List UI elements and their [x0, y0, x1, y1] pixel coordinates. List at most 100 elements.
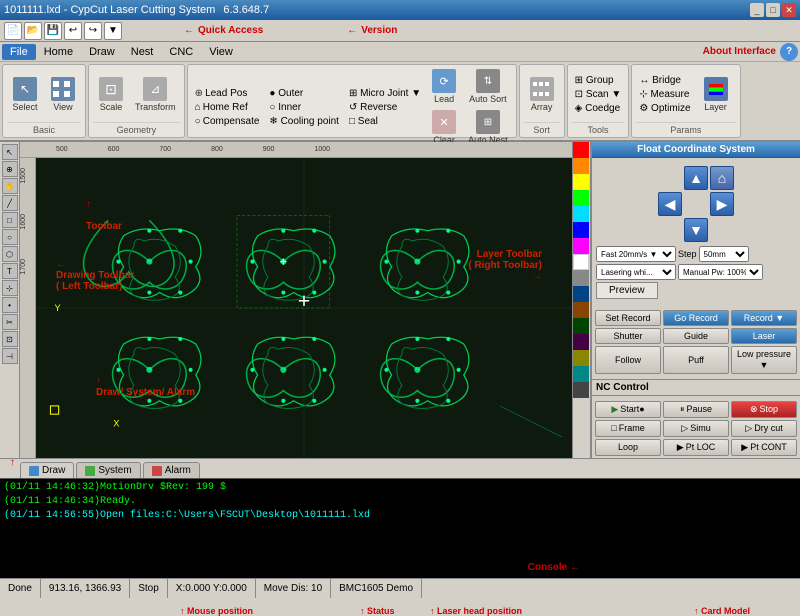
scan-btn[interactable]: ⊡ Scan ▼: [572, 88, 625, 101]
select-button[interactable]: ↖ Select: [7, 75, 43, 114]
lt-circle[interactable]: ○: [2, 229, 18, 245]
bridge-btn[interactable]: ↔ Bridge: [636, 74, 693, 87]
coord-home-button[interactable]: ⌂: [710, 166, 734, 190]
layer-color-darkgreen[interactable]: [573, 318, 589, 334]
auto-sort-button[interactable]: ⇅ Auto Sort: [465, 67, 511, 106]
layer-color-brown[interactable]: [573, 302, 589, 318]
maximize-button[interactable]: □: [766, 3, 780, 17]
measure-btn[interactable]: ⊹ Measure: [636, 88, 693, 101]
coord-up-button[interactable]: ▲: [684, 166, 708, 190]
pt-loc-btn[interactable]: ▶Pt LOC: [663, 439, 729, 456]
qa-dropdown[interactable]: ▼: [104, 22, 122, 40]
frame-btn[interactable]: □Frame: [595, 420, 661, 437]
menu-draw[interactable]: Draw: [81, 44, 123, 60]
group-btn[interactable]: ⊞ Group: [572, 74, 625, 87]
lt-measure[interactable]: ⊹: [2, 280, 18, 296]
coedge-btn[interactable]: ◈ Coedge: [572, 102, 625, 115]
seal-btn[interactable]: □ Seal: [346, 115, 424, 128]
lead-pos-btn[interactable]: ⊕ Lead Pos: [192, 87, 263, 100]
lt-pan[interactable]: ✋: [2, 178, 18, 194]
layer-color-yellow[interactable]: [573, 174, 589, 190]
layer-color-darkpurple[interactable]: [573, 334, 589, 350]
pause-btn[interactable]: ⏸Pause: [663, 401, 729, 418]
preview-button[interactable]: Preview: [596, 282, 658, 299]
lead-button[interactable]: ⟳ Lead: [428, 67, 460, 106]
layer-color-white[interactable]: [573, 254, 589, 270]
inner-btn[interactable]: ○ Inner: [266, 101, 342, 114]
layer-color-magenta[interactable]: [573, 238, 589, 254]
micro-joint-btn[interactable]: ⊞ Micro Joint ▼: [346, 87, 424, 100]
loop-btn[interactable]: Loop: [595, 439, 661, 456]
about-button[interactable]: ?: [780, 43, 798, 61]
menu-file[interactable]: File: [2, 44, 36, 60]
optimize-btn[interactable]: ⚙ Optimize: [636, 102, 693, 115]
reverse-btn[interactable]: ↺ Reverse: [346, 101, 424, 114]
scale-button[interactable]: ⊡ Scale: [93, 75, 129, 114]
home-ref-btn[interactable]: ⌂ Home Ref: [192, 101, 263, 114]
layer-color-teal[interactable]: [573, 366, 589, 382]
qa-new[interactable]: 📄: [4, 22, 22, 40]
guide-btn[interactable]: Guide: [663, 328, 729, 344]
lt-select[interactable]: ↖: [2, 144, 18, 160]
record-btn[interactable]: Record ▼: [731, 310, 797, 326]
menu-cnc[interactable]: CNC: [161, 44, 201, 60]
lt-rect[interactable]: □: [2, 212, 18, 228]
lasering-select[interactable]: Lasering whi...: [596, 264, 676, 280]
lt-zoom[interactable]: ⊕: [2, 161, 18, 177]
layer-color-green[interactable]: [573, 190, 589, 206]
lt-node[interactable]: •: [2, 297, 18, 313]
array-button[interactable]: Array: [524, 75, 560, 114]
coord-left-button[interactable]: ◀: [658, 192, 682, 216]
qa-undo[interactable]: ↩: [64, 22, 82, 40]
layer-color-darkblue[interactable]: [573, 286, 589, 302]
menu-nest[interactable]: Nest: [123, 44, 162, 60]
follow-btn[interactable]: Follow: [595, 346, 661, 374]
low-pressure-btn[interactable]: Low pressure ▼: [731, 346, 797, 374]
laser-btn[interactable]: Laser: [731, 328, 797, 344]
layer-color-red[interactable]: [573, 142, 589, 158]
layer-color-gray[interactable]: [573, 270, 589, 286]
qa-open[interactable]: 📂: [24, 22, 42, 40]
tab-system[interactable]: System: [76, 462, 140, 478]
compensate-btn[interactable]: ○ Compensate: [192, 115, 263, 128]
qa-redo[interactable]: ↪: [84, 22, 102, 40]
simu-btn[interactable]: ▷Simu: [663, 420, 729, 437]
manual-pw-select[interactable]: Manual Pw: 100%: [678, 264, 763, 280]
lt-poly[interactable]: ⬡: [2, 246, 18, 262]
go-record-btn[interactable]: Go Record: [663, 310, 729, 326]
menu-home[interactable]: Home: [36, 44, 81, 60]
lt-trim[interactable]: ✂: [2, 314, 18, 330]
tab-draw[interactable]: Draw: [20, 462, 74, 478]
lt-text[interactable]: T: [2, 263, 18, 279]
close-button[interactable]: ✕: [782, 3, 796, 17]
view-button[interactable]: View: [45, 75, 81, 114]
menu-view[interactable]: View: [201, 44, 241, 60]
layer-color-darkgray[interactable]: [573, 382, 589, 398]
lt-break[interactable]: ⊣: [2, 348, 18, 364]
tab-alarm[interactable]: Alarm: [143, 462, 200, 478]
set-record-btn[interactable]: Set Record: [595, 310, 661, 326]
cooling-btn[interactable]: ❄ Cooling point: [266, 115, 342, 128]
minimize-button[interactable]: _: [750, 3, 764, 17]
coord-down-button[interactable]: ▼: [684, 218, 708, 242]
layer-color-olive[interactable]: [573, 350, 589, 366]
lt-offset[interactable]: ⊡: [2, 331, 18, 347]
start-btn[interactable]: ▶Start●: [595, 401, 661, 418]
outer-btn[interactable]: ● Outer: [266, 87, 342, 100]
layer-color-blue[interactable]: [573, 222, 589, 238]
qa-save[interactable]: 💾: [44, 22, 62, 40]
layer-color-cyan[interactable]: [573, 206, 589, 222]
coord-right-button[interactable]: ▶: [710, 192, 734, 216]
stop-btn[interactable]: ⊗Stop: [731, 401, 797, 418]
layer-button[interactable]: Layer: [696, 75, 736, 114]
shutter-btn[interactable]: Shutter: [595, 328, 661, 344]
drawing-area[interactable]: Y X ↑ Tool: [36, 158, 572, 458]
layer-color-orange[interactable]: [573, 158, 589, 174]
transform-button[interactable]: ⊿ Transform: [131, 75, 180, 114]
step-select[interactable]: 50mm: [699, 246, 749, 262]
dry-cut-btn[interactable]: ▷Dry cut: [731, 420, 797, 437]
fast-speed-select[interactable]: Fast 20mm/s ▼: [596, 246, 676, 262]
puff-btn[interactable]: Puff: [663, 346, 729, 374]
lt-line[interactable]: ╱: [2, 195, 18, 211]
pt-cont-btn[interactable]: ▶Pt CONT: [731, 439, 797, 456]
